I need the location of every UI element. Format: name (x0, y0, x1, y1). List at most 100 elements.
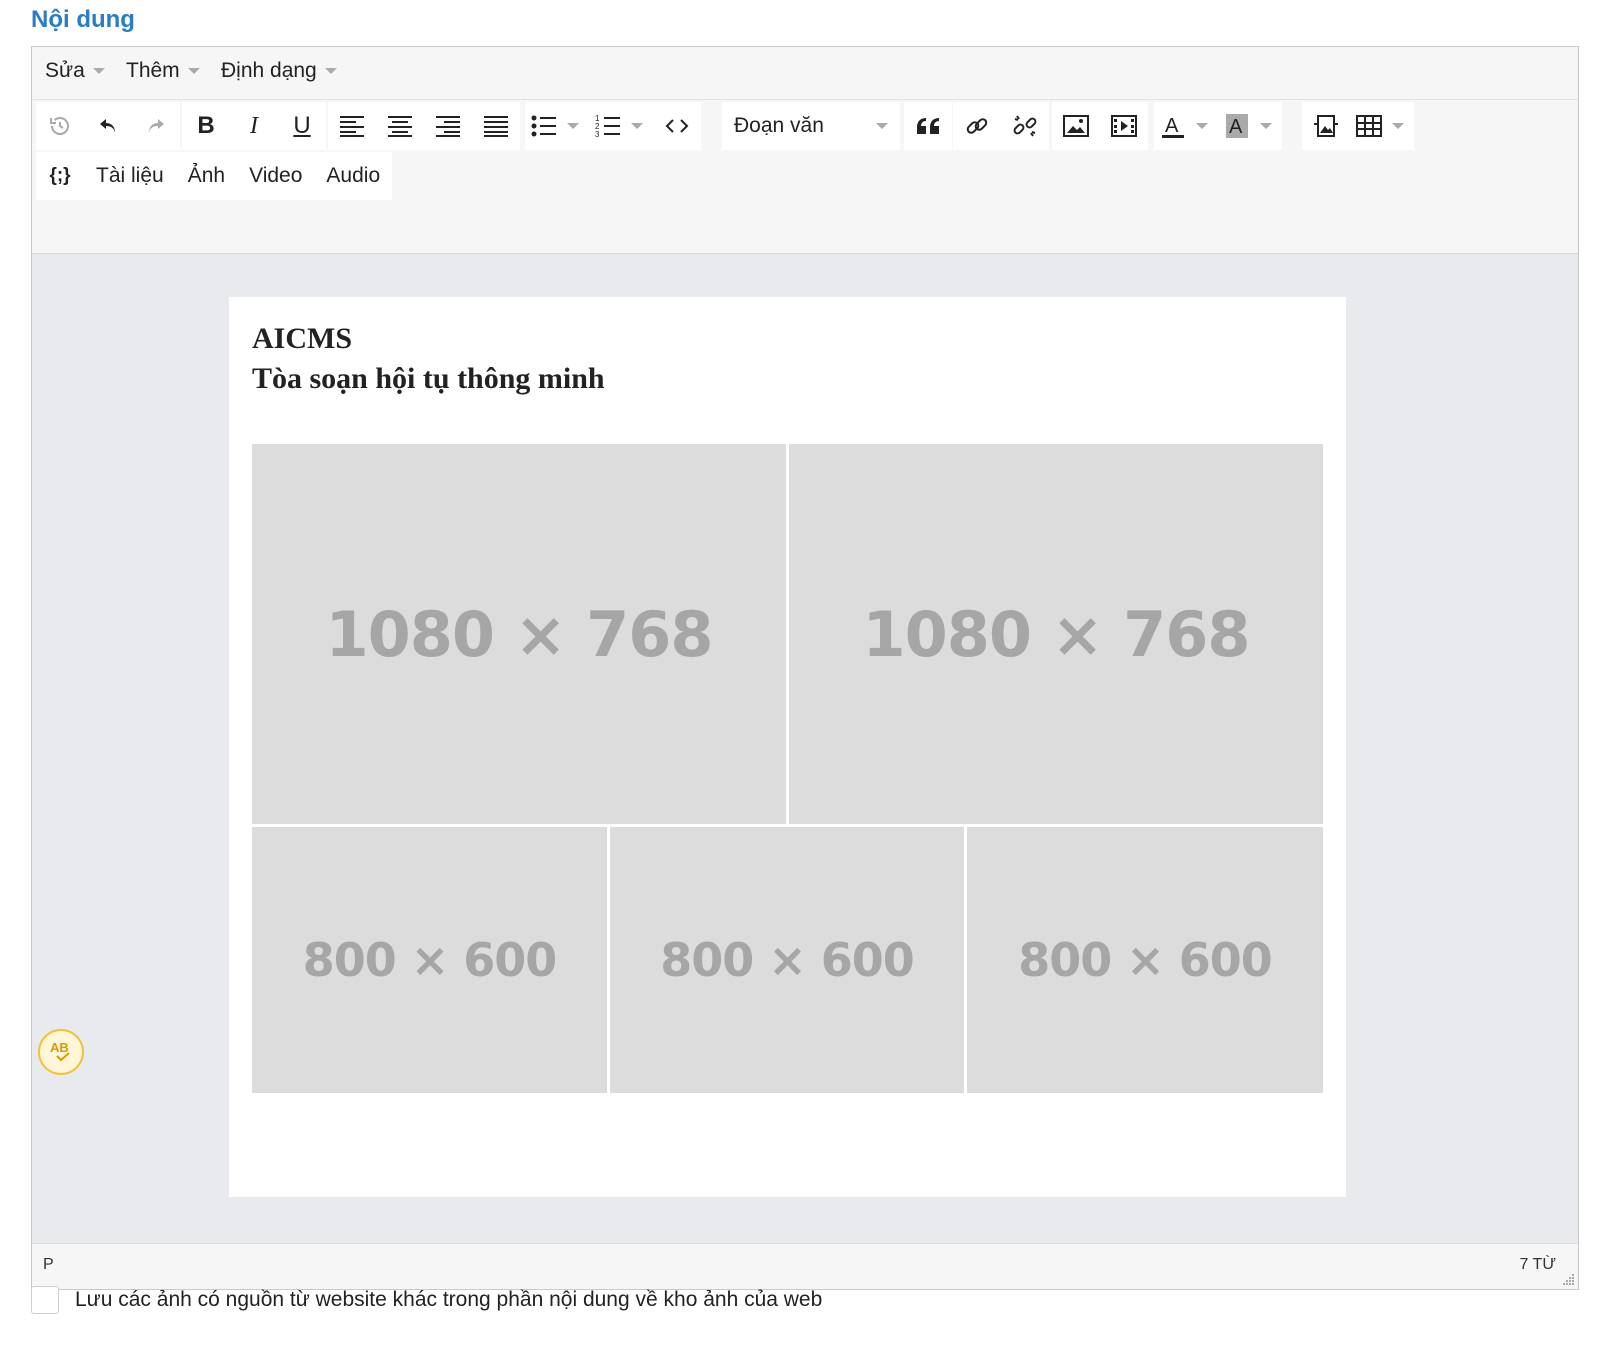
code-icon (665, 119, 689, 133)
redo-button[interactable] (132, 102, 180, 150)
save-images-checkbox[interactable] (31, 1286, 59, 1314)
table-button[interactable] (1350, 102, 1414, 150)
image-placeholder[interactable]: 800 × 600 (967, 827, 1323, 1093)
image-align-icon (1314, 115, 1338, 137)
underline-icon: U (293, 112, 311, 139)
svg-text:AB: AB (50, 1040, 69, 1055)
menu-edit[interactable]: Sửa (45, 59, 105, 83)
insert-photo-button[interactable]: Ảnh (176, 152, 237, 200)
background-color-button[interactable]: A (1218, 102, 1282, 150)
align-justify-button[interactable] (472, 102, 520, 150)
quote-icon (917, 118, 939, 134)
text-color-button[interactable]: A (1154, 102, 1218, 150)
history-button[interactable] (36, 102, 84, 150)
align-right-icon (436, 116, 460, 137)
bullet-list-button[interactable] (525, 102, 589, 150)
spellcheck-button[interactable]: AB (38, 1029, 84, 1075)
image-placeholder-label: 800 × 600 (302, 933, 558, 987)
element-path[interactable]: P (43, 1256, 54, 1274)
template-button[interactable]: {;} (36, 152, 84, 200)
save-images-label[interactable]: Lưu các ảnh có nguồn từ website khác tro… (75, 1288, 822, 1312)
rich-text-editor: Sửa Thêm Định dạng B I U 1 2 3 Đoạn văn … (31, 46, 1579, 1290)
undo-button[interactable] (84, 102, 132, 150)
text-color-icon: A (1162, 115, 1184, 138)
underline-button[interactable]: U (278, 102, 326, 150)
image-placeholder[interactable]: 800 × 600 (610, 827, 964, 1093)
image-placeholder-label: 800 × 600 (1018, 933, 1273, 987)
insert-video-label: Video (249, 164, 303, 187)
insert-link-button[interactable] (953, 102, 1001, 150)
bold-icon: B (197, 112, 215, 139)
bold-button[interactable]: B (182, 102, 230, 150)
media-group (1052, 102, 1148, 150)
insert-photo-label: Ảnh (187, 164, 226, 187)
history-icon (50, 117, 69, 135)
document-page[interactable]: AICMS Tòa soạn hội tụ thông minh 1080 × … (229, 297, 1346, 1197)
image-placeholder[interactable]: 800 × 600 (252, 827, 607, 1093)
link-icon (966, 118, 988, 134)
list-group: 123 (525, 102, 701, 150)
menu-edit-label: Sửa (45, 59, 85, 82)
chevron-down-icon[interactable] (1196, 123, 1208, 129)
image-placeholder-label: 1080 × 768 (862, 597, 1250, 671)
format-select-control[interactable]: Đoạn văn (722, 102, 900, 150)
numbered-list-button[interactable]: 123 (589, 102, 653, 150)
insert-media-button[interactable] (1100, 102, 1148, 150)
undo-icon (100, 119, 115, 133)
redo-icon (149, 119, 164, 133)
color-group: A A (1154, 102, 1282, 150)
section-title: Nội dung (31, 6, 135, 33)
braces-icon: {;} (49, 165, 71, 186)
menu-format[interactable]: Định dạng (221, 59, 337, 83)
menu-insert[interactable]: Thêm (126, 59, 200, 83)
numbered-list-icon: 123 (595, 114, 620, 139)
chevron-down-icon[interactable] (567, 123, 579, 129)
image-placeholder[interactable]: 1080 × 768 (252, 444, 786, 824)
word-count: 7 TỪ (1519, 1256, 1557, 1273)
image-placeholder-label: 1080 × 768 (325, 597, 713, 671)
align-left-button[interactable] (328, 102, 376, 150)
insert-image-button[interactable] (1052, 102, 1100, 150)
format-select-value: Đoạn văn (734, 114, 824, 137)
document-heading[interactable]: AICMS Tòa soạn hội tụ thông minh (252, 319, 605, 399)
editor-content-area[interactable]: AICMS Tòa soạn hội tụ thông minh 1080 × … (32, 255, 1578, 1265)
spellcheck-icon: AB (50, 1040, 70, 1062)
image-placeholder[interactable]: 1080 × 768 (789, 444, 1323, 824)
format-select[interactable]: Đoạn văn (722, 102, 900, 150)
align-center-icon (388, 116, 412, 137)
menu-format-label: Định dạng (221, 59, 317, 82)
menu-insert-label: Thêm (126, 59, 180, 82)
menubar: Sửa Thêm Định dạng (32, 47, 1578, 100)
align-right-button[interactable] (424, 102, 472, 150)
quote-group (904, 102, 952, 150)
insert-video-button[interactable]: Video (237, 152, 314, 200)
italic-button[interactable]: I (230, 102, 278, 150)
image-tools-button[interactable] (1302, 102, 1350, 150)
background-color-icon: A (1226, 114, 1248, 138)
insert-document-label: Tài liệu (96, 164, 164, 187)
unlink-icon (1013, 115, 1037, 137)
resize-handle-icon[interactable] (1561, 1272, 1575, 1286)
insert-document-button[interactable]: Tài liệu (84, 152, 176, 200)
remove-link-button[interactable] (1001, 102, 1049, 150)
svg-text:3: 3 (595, 130, 600, 139)
blockquote-button[interactable] (904, 102, 952, 150)
chevron-down-icon (876, 123, 888, 129)
align-center-button[interactable] (376, 102, 424, 150)
statusbar: P 7 TỪ (32, 1243, 1578, 1289)
link-group (953, 102, 1049, 150)
chevron-down-icon (92, 68, 105, 74)
align-group (328, 102, 520, 150)
svg-text:A: A (1229, 116, 1243, 138)
chevron-down-icon[interactable] (1260, 123, 1272, 129)
heading-line-2: Tòa soạn hội tụ thông minh (252, 362, 605, 395)
align-left-icon (340, 116, 364, 137)
insert-audio-button[interactable]: Audio (314, 152, 392, 200)
save-external-images-option: Lưu các ảnh có nguồn từ website khác tro… (31, 1286, 822, 1314)
italic-icon: I (250, 112, 258, 139)
chevron-down-icon[interactable] (1392, 123, 1404, 129)
bullet-list-icon (531, 115, 556, 137)
source-code-button[interactable] (653, 102, 701, 150)
chevron-down-icon[interactable] (631, 123, 643, 129)
text-style-group: B I U (182, 102, 326, 150)
